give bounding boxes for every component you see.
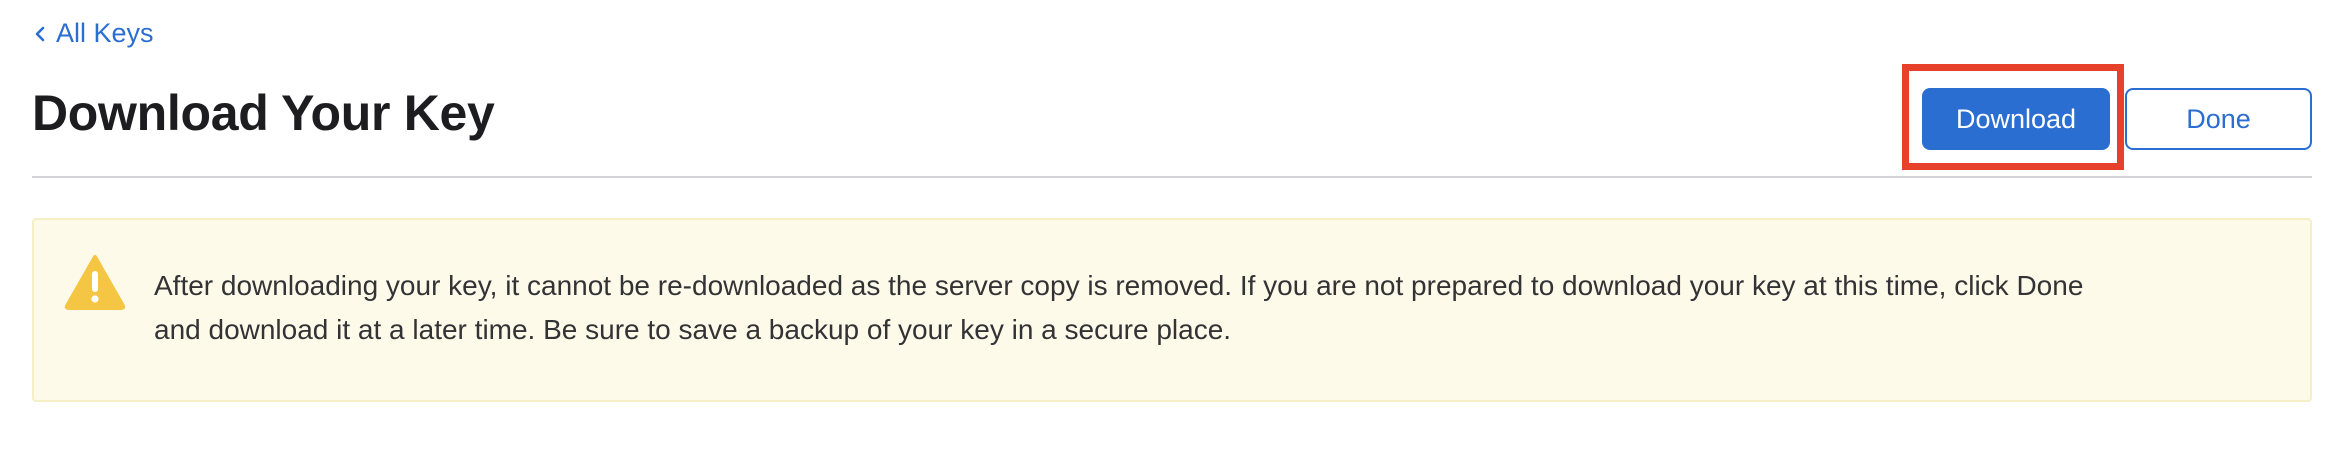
chevron-left-icon (35, 26, 45, 41)
back-to-all-keys-link[interactable]: All Keys (32, 18, 154, 49)
page-title: Download Your Key (32, 85, 495, 141)
warning-triangle-icon (64, 255, 126, 310)
warning-message: After downloading your key, it cannot be… (154, 270, 2084, 345)
warning-notice: After downloading your key, it cannot be… (32, 218, 2312, 402)
done-button[interactable]: Done (2125, 88, 2312, 150)
back-link-label: All Keys (56, 18, 154, 48)
download-button[interactable]: Download (1922, 88, 2110, 150)
download-key-page: All Keys Download Your Key Download Done… (0, 0, 2342, 460)
header-divider (32, 176, 2312, 178)
